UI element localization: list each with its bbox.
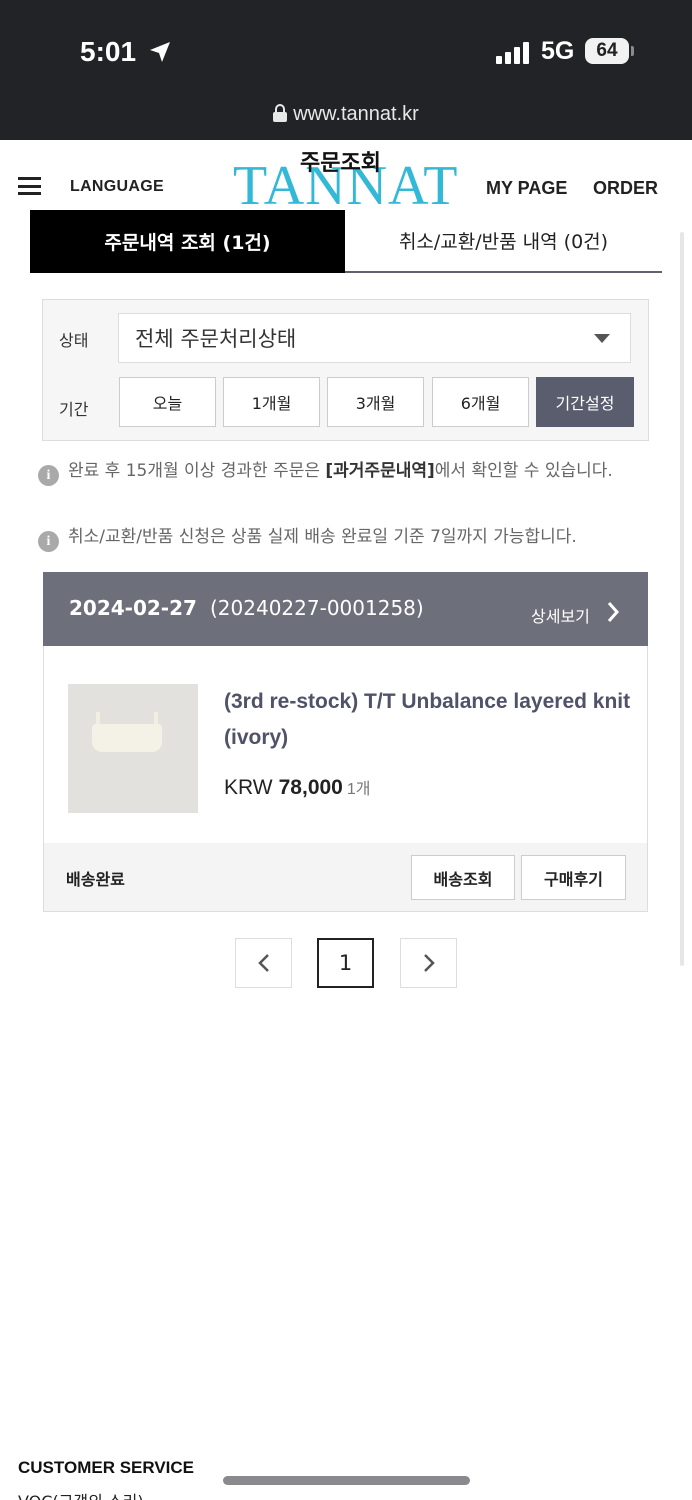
order-header: 2024-02-27 (20240227-0001258) 상세보기: [43, 572, 648, 646]
voc-link[interactable]: VOC(고객의 소리): [18, 1488, 144, 1500]
url-text: www.tannat.kr: [293, 103, 419, 125]
period-label: 기간: [59, 400, 89, 419]
order-number: (20240227-0001258): [210, 596, 424, 620]
page-title: 주문조회: [300, 151, 381, 176]
notice-text-1b: 에서 확인할 수 있습니다.: [434, 461, 613, 481]
tab-order-history[interactable]: 주문내역 조회 (1건): [30, 210, 345, 273]
quantity: 1개: [346, 781, 371, 798]
shipping-status: 배송완료: [66, 870, 125, 889]
order-date: 2024-02-27: [69, 596, 197, 620]
signal-icon: [496, 42, 529, 64]
view-details-link[interactable]: 상세보기: [531, 603, 590, 627]
scrollbar[interactable]: [680, 232, 684, 966]
tab-cancel-exchange-return[interactable]: 취소/교환/반품 내역 (0건): [345, 210, 662, 273]
chevron-right-icon[interactable]: [606, 601, 620, 623]
battery-level: 64: [596, 40, 618, 61]
hamburger-menu-icon[interactable]: [18, 177, 41, 195]
page-number-current[interactable]: 1: [317, 938, 374, 988]
product-name[interactable]: (3rd re-stock) T/T Unbalance layered kni…: [224, 684, 634, 756]
notice-past-orders: i 완료 후 15개월 이상 경과한 주문은 [과거주문내역]에서 확인할 수 있…: [38, 456, 658, 487]
period-3month-button[interactable]: 3개월: [327, 377, 424, 427]
next-page-button[interactable]: [400, 938, 457, 988]
prev-page-button[interactable]: [235, 938, 292, 988]
chevron-right-icon: [423, 954, 435, 972]
location-arrow-icon: [150, 42, 170, 62]
language-link[interactable]: LANGUAGE: [70, 178, 164, 196]
order-status-value: 전체 주문처리상태: [135, 327, 297, 351]
notice-text-2: 취소/교환/반품 신청은 상품 실제 배송 완료일 기준 7일까지 가능합니다.: [68, 527, 577, 547]
status-time: 5:01: [80, 36, 137, 67]
lock-icon: [273, 104, 288, 122]
home-indicator[interactable]: [223, 1476, 470, 1485]
price-amount: 78,000: [278, 776, 343, 799]
write-review-button[interactable]: 구매후기: [521, 855, 626, 900]
order-status-select[interactable]: 전체 주문처리상태: [118, 313, 631, 363]
currency: KRW: [224, 776, 273, 799]
chevron-left-icon: [257, 954, 269, 972]
info-icon: i: [38, 531, 59, 552]
past-orders-link[interactable]: [과거주문내역]: [325, 461, 434, 481]
period-1month-button[interactable]: 1개월: [223, 377, 320, 427]
notice-cancel-policy: i 취소/교환/반품 신청은 상품 실제 배송 완료일 기준 7일까지 가능합니다…: [38, 522, 678, 553]
order-link[interactable]: ORDER: [593, 178, 658, 199]
customer-service-heading: CUSTOMER SERVICE: [18, 1458, 195, 1477]
my-page-link[interactable]: MY PAGE: [486, 178, 567, 199]
product-image-garment: [92, 724, 162, 752]
status-label: 상태: [59, 331, 89, 350]
notice-text-1a: 완료 후 15개월 이상 경과한 주문은: [68, 461, 326, 481]
period-today-button[interactable]: 오늘: [119, 377, 216, 427]
dropdown-arrow-icon: [594, 334, 610, 343]
track-shipment-button[interactable]: 배송조회: [411, 855, 515, 900]
price-row: KRW 78,000 1개: [224, 775, 370, 800]
period-custom-button[interactable]: 기간설정: [536, 377, 634, 427]
battery-icon: 64: [585, 38, 629, 64]
address-bar[interactable]: www.tannat.kr: [0, 103, 692, 126]
network-type: 5G: [541, 37, 575, 65]
info-icon: i: [38, 465, 59, 486]
period-6month-button[interactable]: 6개월: [432, 377, 529, 427]
battery-nub: [631, 46, 634, 56]
status-bar: 5:01 5G 64 www.tannat.kr: [0, 0, 692, 140]
